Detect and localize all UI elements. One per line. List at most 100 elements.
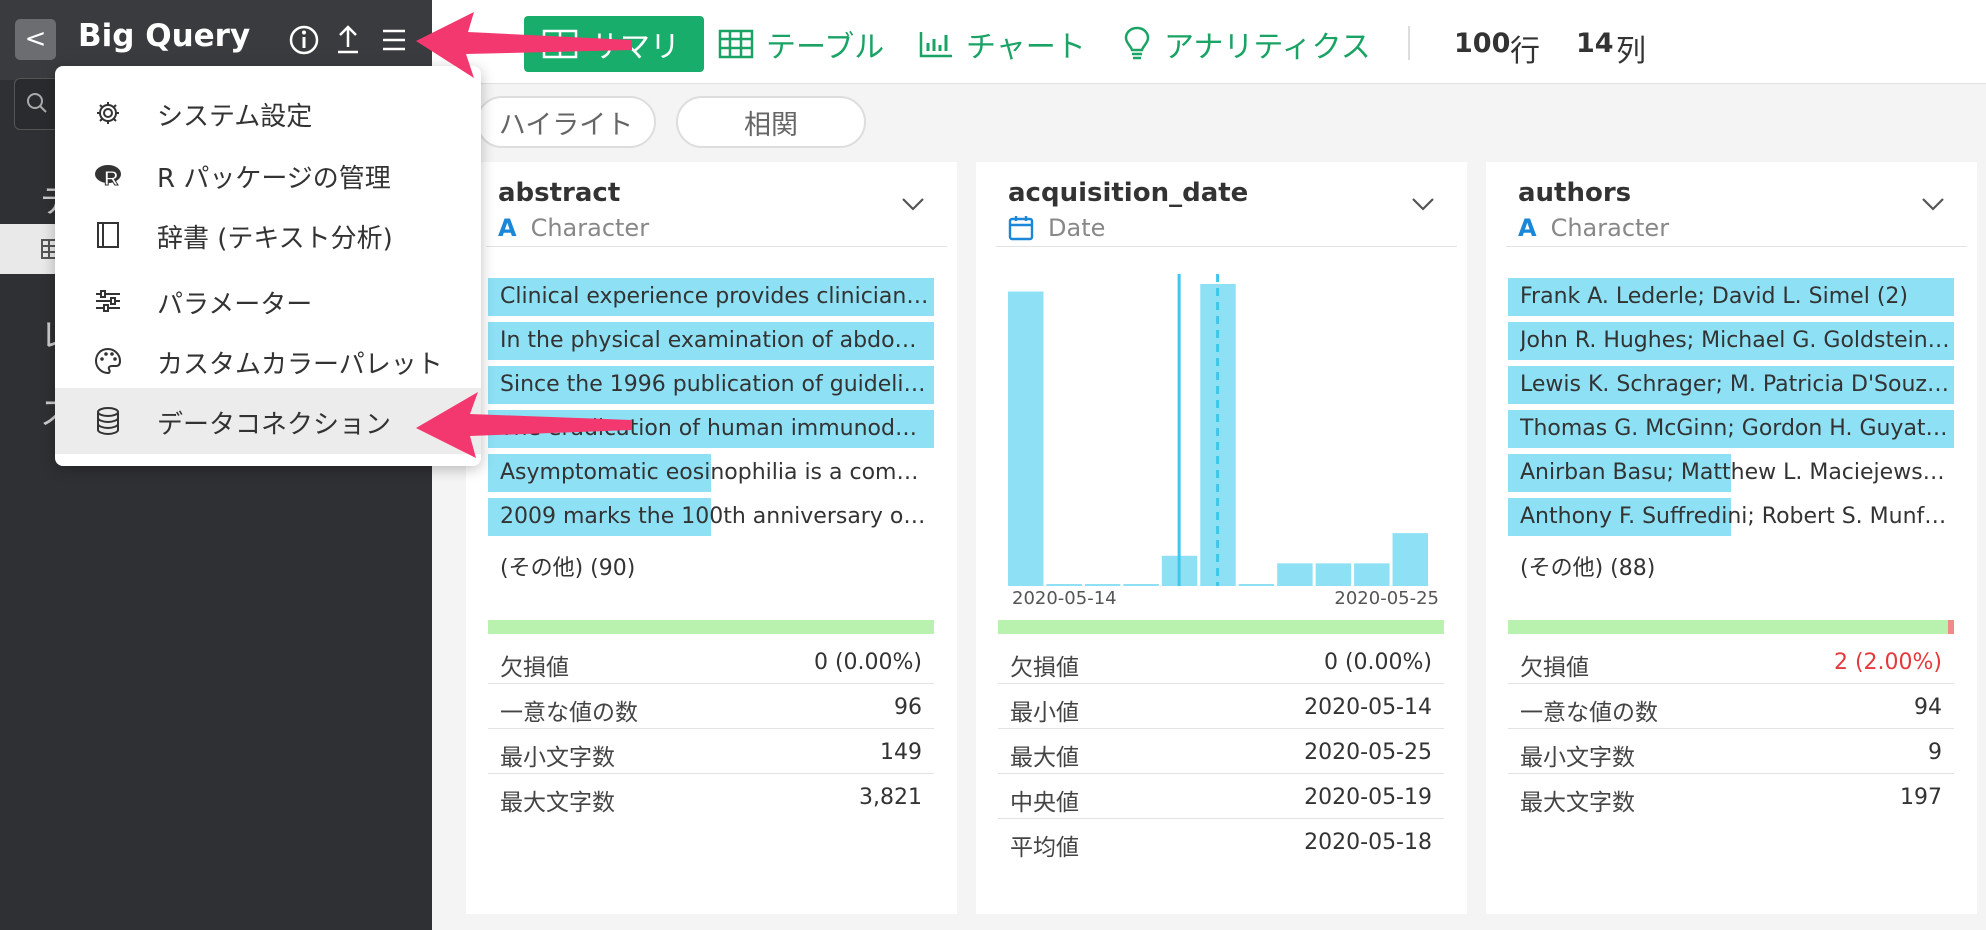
chart-icon [919,32,952,58]
hamburger-menu-icon[interactable] [376,22,412,58]
stat-label: 最大文字数 [500,790,615,816]
others-label: (その他) (90) [500,556,636,581]
value-label: Clinical experience provides clinicians… [500,284,930,309]
upload-icon[interactable] [330,22,366,58]
stat-value: 2020-05-19 [1304,785,1432,810]
stat-value: 0 (0.00%) [1323,650,1432,675]
header-divider [1506,246,1967,247]
histogram-bar[interactable] [1277,563,1313,586]
chevron-down-icon[interactable] [1411,196,1435,212]
column-type-label: Date [1048,214,1106,242]
histogram-bar[interactable] [1354,563,1390,586]
stat-value: 96 [894,695,922,720]
histogram-bar[interactable] [1046,584,1082,586]
menu-item-system-settings[interactable]: システム設定 [55,80,481,144]
info-icon[interactable] [286,22,322,58]
lightbulb-icon [1124,26,1150,60]
stat-value: 2020-05-14 [1304,695,1432,720]
toolbar-divider [1408,26,1410,60]
highlight-button[interactable]: ハイライト [476,96,656,148]
tab-chart[interactable]: チャート [918,16,1086,72]
back-button[interactable]: < [15,19,56,60]
value-label: 2009 marks the 100th anniversary of t… [500,504,930,529]
book-icon [97,222,119,248]
column-card-authors: authors A Character Frank A. Lederle; Dav… [1486,162,1977,914]
column-name: abstract [498,178,621,208]
histogram-bar[interactable] [1315,563,1352,586]
value-label: Lewis K. Schrager; M. Patricia D'Souz… [1520,372,1949,397]
stat-value: 2 (2.00%) [1833,650,1942,675]
column-type: A Character [498,214,649,242]
tab-label: アナリティクス [1164,30,1371,65]
table-icon [718,29,754,59]
menu-item-label: R パッケージの管理 [157,164,391,194]
calendar-icon [1008,216,1034,241]
menu-item-parameters[interactable]: パラメーター [55,268,481,332]
character-type-icon: A [1518,214,1537,242]
stat-value: 2020-05-18 [1304,830,1432,855]
column-count: 14 [1576,28,1614,59]
value-label: John R. Hughes; Michael G. Goldstein… [1520,328,1950,353]
column-unit: 列 [1616,34,1646,69]
chevron-down-icon[interactable] [901,196,925,212]
histogram-bar[interactable] [1123,584,1159,586]
tab-label: チャート [966,30,1086,65]
gear-icon [97,102,119,124]
row-count: 100 [1454,28,1511,59]
stat-label: 最小文字数 [500,745,615,771]
annotation-arrow-icon [416,12,632,78]
menu-item-label: パラメーター [157,290,313,320]
tab-analytics[interactable]: アナリティクス [1122,16,1371,72]
stat-value: 94 [1914,695,1942,720]
menu-item-label: 辞書 (テキスト分析) [157,224,393,254]
row-unit: 行 [1510,34,1540,69]
menu-item-color-palette[interactable]: カスタムカラーパレット [55,328,481,392]
value-label: Anthony F. Suffredini; Robert S. Munf… [1520,504,1947,529]
database-icon [97,407,119,436]
character-type-icon: A [498,214,517,242]
stat-value: 197 [1900,785,1942,810]
value-label: Asymptomatic eosinophilia is a comm… [500,460,930,485]
stat-label: 最大値 [1010,745,1079,771]
stat-value: 3,821 [859,785,922,810]
column-name: authors [1518,178,1632,208]
stat-label: 欠損値 [1520,655,1589,681]
correlation-button[interactable]: 相関 [676,96,866,148]
stat-label: 最小値 [1010,700,1079,726]
quality-bar [1508,620,1954,634]
svg-text:R: R [104,168,119,190]
value-label: Anirban Basu; Matthew L. Maciejewsk… [1520,460,1950,485]
stat-label: 一意な値の数 [1520,700,1658,726]
x-axis-max-label: 2020-05-25 [1334,588,1439,609]
stat-label: 欠損値 [500,655,569,681]
menu-item-dictionary[interactable]: 辞書 (テキスト分析) [55,202,481,266]
chevron-down-icon[interactable] [1921,196,1945,212]
stat-value: 0 (0.00%) [813,650,922,675]
histogram-bar[interactable] [1238,584,1275,586]
column-type: A Character [1518,214,1669,242]
histogram-bar[interactable] [1084,584,1121,586]
histogram-bar[interactable] [1008,291,1044,586]
menu-item-label: カスタムカラーパレット [157,350,443,380]
menu-item-r-packages[interactable]: R R パッケージの管理 [55,142,481,206]
stat-value: 9 [1928,740,1942,765]
histogram-bar[interactable] [1392,533,1428,586]
stat-value: 149 [880,740,922,765]
stat-value: 2020-05-25 [1304,740,1432,765]
column-type-label: Character [530,214,650,242]
sliders-icon [96,290,120,312]
project-title: Big Query [78,18,251,54]
r-logo-icon: R [95,165,121,190]
value-label: Frank A. Lederle; David L. Simel (2) [1520,284,1908,309]
value-label: In the physical examination of abdomi… [500,328,930,353]
date-histogram[interactable] [1008,274,1428,586]
stat-label: 平均値 [1010,835,1079,861]
tab-table[interactable]: テーブル [718,16,884,72]
header-divider [996,246,1457,247]
sidebar-item-selected[interactable] [0,224,61,274]
stat-label: 最大文字数 [1520,790,1635,816]
column-card-acquisition-date: acquisition_date Date 2020-05-14 2020-05… [976,162,1467,914]
search-icon [27,93,47,113]
value-label: Thomas G. McGinn; Gordon H. Guyat… [1520,416,1948,441]
annotation-arrow-icon [416,392,632,458]
